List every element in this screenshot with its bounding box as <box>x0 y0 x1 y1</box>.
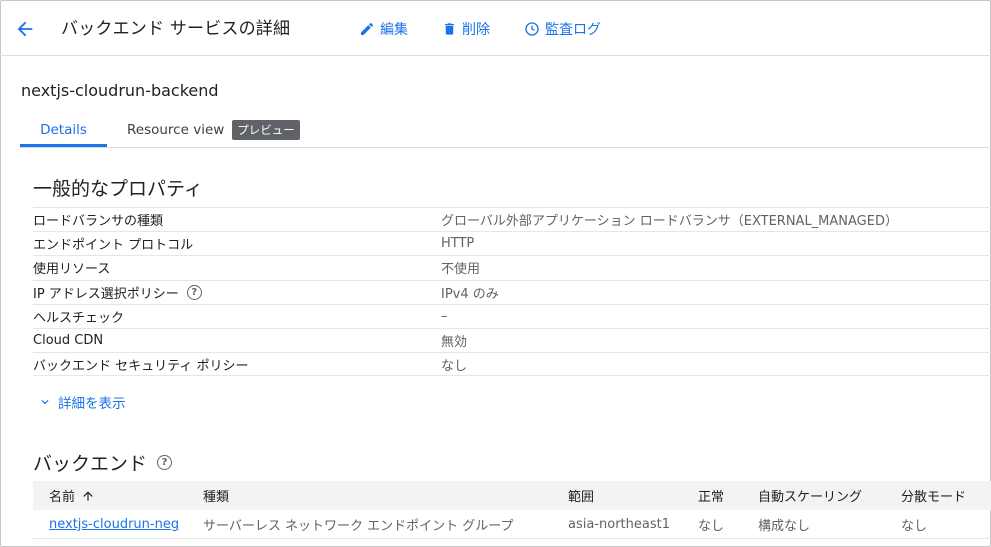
sort-arrow-up-icon <box>83 490 93 501</box>
show-more-button[interactable]: 詳細を表示 <box>38 392 126 412</box>
delete-button-label: 削除 <box>462 22 490 38</box>
general-properties-heading: 一般的なプロパティ <box>33 178 203 200</box>
property-row: ロードバランサの種類 グローバル外部アプリケーション ロードバランサ（EXTER… <box>33 207 991 231</box>
table-header: 名前 種類 範囲 正常 自動スケーリング 分散モード <box>33 481 991 510</box>
delete-button[interactable]: 削除 <box>442 19 490 39</box>
column-header-healthy: 正常 <box>698 490 725 505</box>
edit-icon <box>361 22 374 35</box>
property-key: エンドポイント プロトコル <box>33 238 194 254</box>
column-header-balancing-mode: 分散モード <box>901 490 967 505</box>
tab-details[interactable]: Details <box>20 112 107 147</box>
column-header-autoscaling: 自動スケーリング <box>758 490 863 505</box>
property-value: – <box>441 308 448 324</box>
property-key: ロードバランサの種類 <box>33 214 164 230</box>
back-arrow-icon[interactable] <box>14 18 36 40</box>
backend-type: サーバーレス ネットワーク エンドポイント グループ <box>203 519 514 534</box>
header-bar: バックエンド サービスの詳細 編集 削除 監査ログ <box>0 0 991 56</box>
backends-title: バックエンド ? <box>33 449 173 476</box>
property-row: IP アドレス選択ポリシー ? IPv4 のみ <box>33 279 991 304</box>
backend-healthy: なし <box>698 519 725 534</box>
backend-autoscaling: 構成なし <box>758 519 811 534</box>
backends-table: 名前 種類 範囲 正常 自動スケーリング 分散モード nextjs-cloudr… <box>33 481 991 539</box>
property-value: なし <box>441 358 468 374</box>
property-value: 不使用 <box>441 262 481 278</box>
property-value: IPv4 のみ <box>441 286 499 302</box>
backend-name-link[interactable]: nextjs-cloudrun-neg <box>49 510 179 539</box>
property-row: バックエンド セキュリティ ポリシー なし <box>33 352 991 377</box>
general-properties-title: 一般的なプロパティ <box>33 174 203 201</box>
property-row: 使用リソース 不使用 <box>33 255 991 279</box>
help-icon[interactable]: ? <box>186 284 202 300</box>
properties-table: ロードバランサの種類 グローバル外部アプリケーション ロードバランサ（EXTER… <box>33 207 991 377</box>
edit-button-label: 編集 <box>380 22 408 38</box>
property-value: HTTP <box>441 236 475 252</box>
table-row: nextjs-cloudrun-neg サーバーレス ネットワーク エンドポイン… <box>33 510 991 539</box>
active-tab-indicator <box>20 144 107 147</box>
column-header-name[interactable]: 名前 <box>49 481 95 510</box>
preview-badge: プレビュー <box>232 119 300 140</box>
history-icon <box>525 22 539 36</box>
column-header-type: 種類 <box>203 490 230 505</box>
column-header-scope: 範囲 <box>568 490 595 505</box>
show-more-label: 詳細を表示 <box>58 396 126 412</box>
tab-bar: Details Resource view プレビュー <box>20 112 991 148</box>
help-icon[interactable]: ? <box>157 455 173 470</box>
tab-resource-view[interactable]: Resource view プレビュー <box>127 112 300 147</box>
backend-balancing-mode: なし <box>901 519 928 534</box>
column-header-label: 名前 <box>49 490 76 505</box>
property-row: ヘルスチェック – <box>33 303 991 328</box>
chevron-down-icon <box>41 400 49 405</box>
property-key: バックエンド セキュリティ ポリシー <box>33 358 249 374</box>
property-key: Cloud CDN <box>33 333 104 349</box>
audit-log-button[interactable]: 監査ログ <box>524 19 601 39</box>
tab-details-label: Details <box>40 121 87 138</box>
trash-icon <box>445 23 454 35</box>
edit-button[interactable]: 編集 <box>359 19 408 39</box>
backend-scope: asia-northeast1 <box>568 517 670 532</box>
tab-resource-view-label: Resource view <box>127 121 225 138</box>
property-row: Cloud CDN 無効 <box>33 327 991 352</box>
resource-name: nextjs-cloudrun-backend <box>21 81 219 100</box>
property-key: 使用リソース <box>33 262 111 278</box>
property-value: 無効 <box>441 335 468 351</box>
property-key: IP アドレス選択ポリシー <box>33 286 179 302</box>
property-value: グローバル外部アプリケーション ロードバランサ（EXTERNAL_MANAGED… <box>441 214 898 230</box>
backends-heading: バックエンド <box>33 453 148 475</box>
property-key: ヘルスチェック <box>33 310 125 326</box>
property-row: エンドポイント プロトコル HTTP <box>33 231 991 255</box>
page-title: バックエンド サービスの詳細 <box>61 19 291 39</box>
audit-log-button-label: 監査ログ <box>545 22 601 38</box>
